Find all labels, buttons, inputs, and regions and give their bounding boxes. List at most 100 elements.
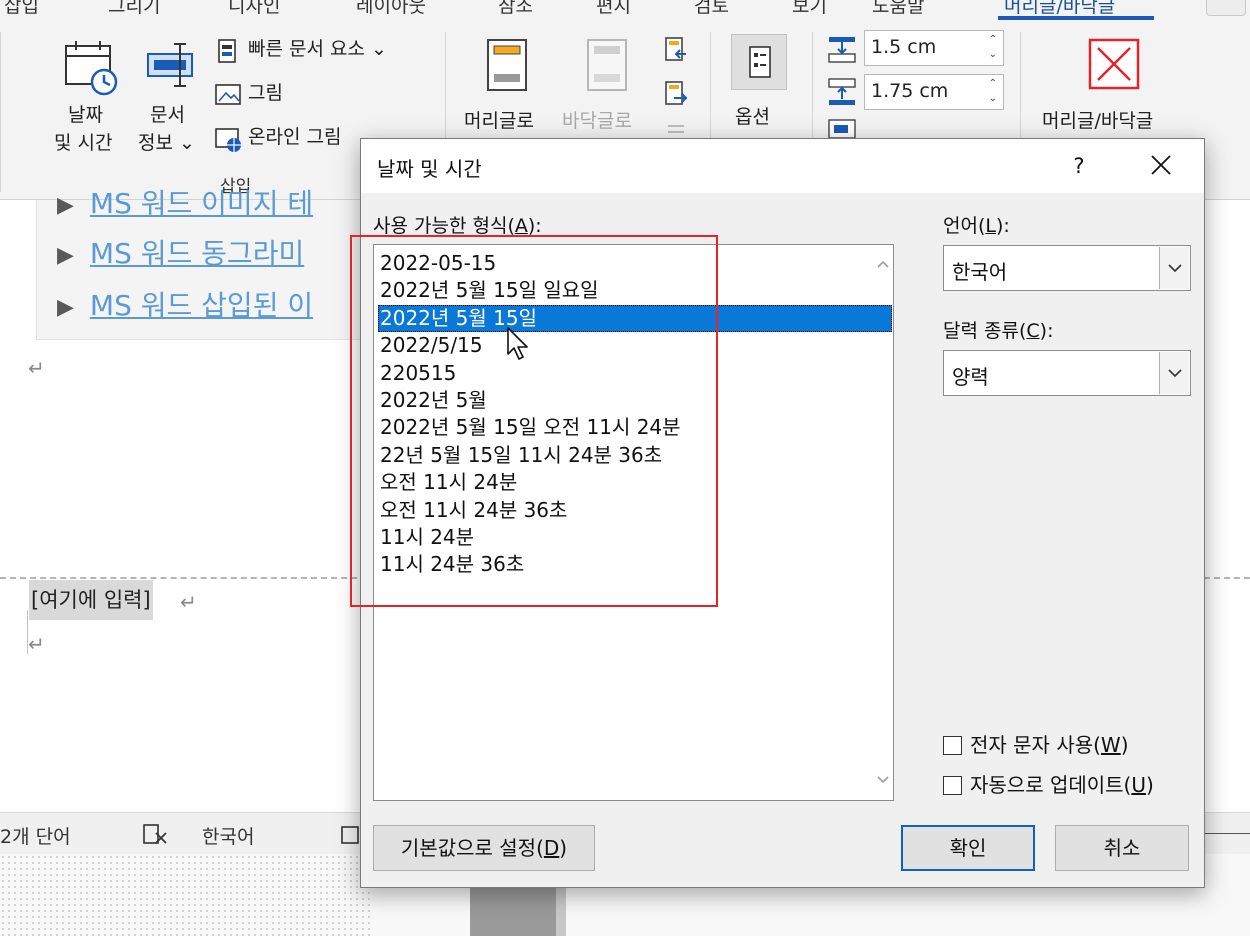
calendar-type-value: 양력 (952, 365, 989, 389)
available-formats-label: 사용 가능한 형식(A): (373, 215, 542, 237)
related-link-text[interactable]: MS 워드 동그라미 (90, 237, 304, 270)
tab-help[interactable]: 도움말 (872, 0, 924, 18)
format-option[interactable]: 2022년 5월 (378, 387, 892, 414)
ribbon-tab-strip: 삽입 그리기 디자인 레이아웃 참조 편지 검토 보기 도움말 머리글/바닥글 (0, 0, 1250, 22)
footer-from-bottom-value: 1.75 cm (871, 80, 949, 102)
bullet-triangle-icon: ▶ (57, 242, 74, 268)
bullet-triangle-icon: ▶ (57, 192, 74, 218)
mouse-pointer-icon (507, 327, 528, 360)
spin-up-icon[interactable]: ⌃ (989, 34, 997, 45)
checkbox-box[interactable] (943, 776, 962, 795)
dialog-titlebar[interactable]: 날짜 및 시간 ? (361, 139, 1204, 193)
spin-up-icon[interactable]: ⌃ (989, 78, 997, 89)
related-links-box: ▶ MS 워드 이미지 테 ▶ MS 워드 동그라미 ▶ MS 워드 삽입된 이 (36, 187, 366, 340)
tab-insert[interactable]: 삽입 (4, 0, 39, 18)
spin-down-icon[interactable]: ⌄ (989, 49, 997, 60)
accessibility-icon[interactable] (340, 825, 360, 847)
paragraph-mark-icon: ↵ (28, 356, 45, 380)
date-time-dialog: 날짜 및 시간 ? 사용 가능한 형식(A): 2022-05-15 2022년 … (360, 138, 1205, 888)
language-label: 언어(L): (943, 215, 1010, 237)
tab-design[interactable]: 디자인 (228, 0, 280, 18)
format-option[interactable]: 2022년 5월 15일 (378, 304, 892, 332)
format-option[interactable]: 22년 5월 15일 11시 24분 36초 (378, 442, 892, 469)
go-to-header-icon (487, 39, 527, 91)
format-option[interactable]: 2022-05-15 (378, 250, 892, 277)
footer-from-bottom-input[interactable]: 1.75 cm ⌃ ⌄ (864, 74, 1004, 110)
language-select[interactable]: 한국어 (943, 245, 1191, 291)
auto-update-checkbox[interactable]: 자동으로 업데이트(U) (943, 769, 1154, 798)
calendar-dropdown-button[interactable] (1159, 352, 1189, 394)
document-info-button[interactable]: 문서 정보 ⌄ (138, 32, 208, 172)
format-option[interactable]: 11시 24분 (378, 524, 892, 551)
quick-parts-icon (218, 39, 236, 63)
related-link-text[interactable]: MS 워드 이미지 테 (90, 187, 313, 220)
date-time-label-2: 및 시간 (54, 132, 113, 154)
format-option[interactable]: 2022년 5월 15일 오전 11시 24분 (378, 414, 892, 441)
paragraph-mark-icon: ↵ (180, 590, 197, 614)
close-header-footer-label-1: 머리글/바닥글 (1042, 110, 1154, 132)
close-icon (1151, 155, 1171, 175)
ok-button[interactable]: 확인 (901, 825, 1035, 871)
insert-alignment-tab-icon[interactable] (826, 118, 858, 140)
header-from-top-input[interactable]: 1.5 cm ⌃ ⌄ (864, 30, 1004, 66)
scroll-down-icon[interactable] (876, 775, 890, 785)
quick-parts-button[interactable]: 빠른 문서 요소 ⌄ (214, 36, 424, 66)
format-option[interactable]: 2022/5/15 (378, 332, 892, 359)
format-option[interactable]: 2022년 5월 15일 일요일 (378, 277, 892, 304)
header-from-top-value: 1.5 cm (871, 36, 937, 58)
dialog-title: 날짜 및 시간 (377, 157, 482, 181)
zoom-track[interactable] (1205, 833, 1250, 834)
related-link-text[interactable]: MS 워드 삽입된 이 (90, 289, 313, 322)
header-placeholder-text: [여기에 입력] (31, 588, 151, 612)
calendar-type-select[interactable]: 양력 (943, 350, 1191, 396)
proofing-icon[interactable] (142, 823, 168, 847)
set-default-button[interactable]: 기본값으로 설정(D) (373, 825, 595, 871)
related-link[interactable]: ▶ MS 워드 이미지 테 (57, 182, 313, 222)
options-icon (731, 34, 787, 90)
format-option[interactable]: 11시 24분 36초 (378, 551, 892, 578)
document-info-icon (147, 43, 193, 87)
chevron-down-icon (1168, 369, 1182, 378)
formats-listbox[interactable]: 2022-05-15 2022년 5월 15일 일요일 2022년 5월 15일 20… (373, 244, 894, 801)
document-info-label-1: 문서 (150, 104, 185, 126)
related-link[interactable]: ▶ MS 워드 동그라미 (57, 232, 304, 272)
close-button[interactable] (1139, 145, 1183, 185)
tab-layout[interactable]: 레이아웃 (356, 0, 426, 18)
picture-label: 그림 (248, 82, 283, 104)
window-control-button[interactable] (1206, 0, 1246, 16)
picture-icon (215, 84, 241, 105)
tab-mailings[interactable]: 편지 (596, 0, 631, 18)
format-option[interactable]: 220515 (378, 360, 892, 387)
cancel-button[interactable]: 취소 (1055, 825, 1189, 871)
spin-down-icon[interactable]: ⌄ (989, 93, 997, 104)
checkbox-box[interactable] (943, 736, 962, 755)
language-indicator[interactable]: 한국어 (202, 822, 254, 849)
format-option[interactable]: 오전 11시 24분 (378, 469, 892, 496)
calendar-clock-icon (65, 41, 118, 96)
date-time-button[interactable]: 날짜 및 시간 (52, 32, 132, 172)
tab-view[interactable]: 보기 (792, 0, 827, 18)
related-link[interactable]: ▶ MS 워드 삽입된 이 (57, 284, 313, 324)
online-picture-button[interactable]: 온라인 그림 (214, 124, 374, 154)
format-option[interactable]: 오전 11시 24분 36초 (378, 497, 892, 524)
header-placeholder[interactable]: [여기에 입력] (29, 580, 153, 620)
previous-section-icon[interactable] (662, 36, 690, 64)
picture-button[interactable]: 그림 (214, 80, 314, 110)
language-select-value: 한국어 (952, 260, 1008, 284)
chevron-down-icon (1168, 264, 1182, 273)
word-count[interactable]: 2개 단어 (0, 822, 71, 849)
header-from-top-icon (828, 37, 856, 63)
next-section-icon[interactable] (662, 80, 690, 108)
document-info-label-2: 정보 ⌄ (138, 132, 195, 154)
online-picture-label: 온라인 그림 (248, 126, 342, 148)
language-dropdown-button[interactable] (1159, 247, 1189, 289)
ribbon-separator (0, 32, 1, 192)
close-header-footer-icon (1088, 38, 1140, 90)
tab-review[interactable]: 검토 (694, 0, 729, 18)
go-to-footer-label-1: 바닥글로 (562, 110, 632, 132)
help-button[interactable]: ? (1061, 147, 1097, 185)
fullwidth-checkbox[interactable]: 전자 문자 사용(W) (943, 729, 1129, 758)
tab-references[interactable]: 참조 (498, 0, 533, 18)
bullet-triangle-icon: ▶ (57, 294, 74, 320)
tab-draw[interactable]: 그리기 (108, 0, 160, 18)
